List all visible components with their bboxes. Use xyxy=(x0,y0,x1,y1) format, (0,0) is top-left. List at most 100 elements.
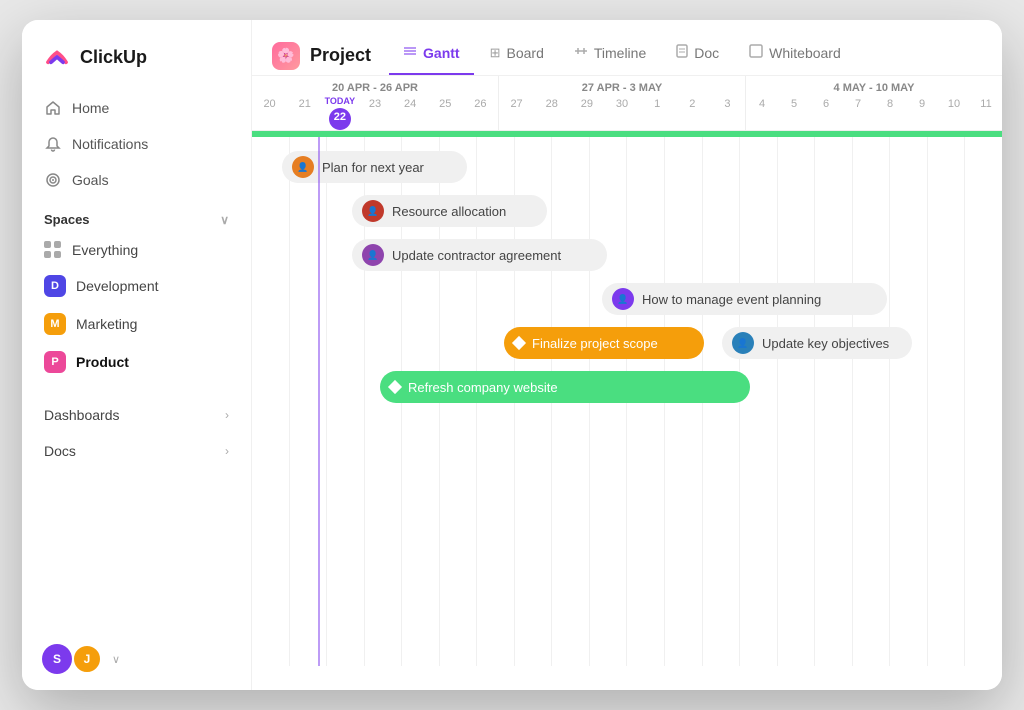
sidebar-footer: S J ∨ xyxy=(22,628,251,690)
sidebar-item-development[interactable]: D Development xyxy=(34,267,239,305)
task-avatar-objectives: 👤 xyxy=(732,332,754,354)
sidebar-item-dashboards[interactable]: Dashboards › xyxy=(22,397,251,433)
task-avatar-plan: 👤 xyxy=(292,156,314,178)
date-range-1: 20 APR - 26 APR xyxy=(252,76,498,96)
tab-navigation: Gantt ⊞ Board Timeline Doc xyxy=(389,36,855,75)
sidebar-item-home-label: Home xyxy=(72,100,109,116)
task-avatar-resource: 👤 xyxy=(362,200,384,222)
date-cell: 20 xyxy=(254,96,286,130)
task-bar-contractor[interactable]: 👤 Update contractor agreement xyxy=(352,239,607,271)
app-window: ClickUp Home Notifications Goals xyxy=(22,20,1002,690)
bell-icon xyxy=(44,135,62,153)
whiteboard-tab-icon xyxy=(749,44,763,61)
task-bar-event[interactable]: 👤 How to manage event planning xyxy=(602,283,887,315)
sidebar-item-notifications-label: Notifications xyxy=(72,136,148,152)
timeline-tab-label: Timeline xyxy=(594,45,646,61)
tab-whiteboard[interactable]: Whiteboard xyxy=(735,36,855,75)
marketing-badge: M xyxy=(44,313,66,335)
task-bar-website[interactable]: Refresh company website xyxy=(380,371,750,403)
spaces-chevron-icon[interactable]: ∨ xyxy=(220,213,229,227)
tab-timeline[interactable]: Timeline xyxy=(560,36,660,75)
task-row: 👤 Plan for next year xyxy=(252,145,1002,189)
date-range-2: 27 APR - 3 MAY xyxy=(499,76,745,96)
tab-doc[interactable]: Doc xyxy=(662,36,733,75)
task-bar-objectives[interactable]: 👤 Update key objectives xyxy=(722,327,912,359)
sidebar-item-goals-label: Goals xyxy=(72,172,109,188)
task-row: Refresh company website xyxy=(252,365,1002,409)
task-bar-finalize[interactable]: Finalize project scope xyxy=(504,327,704,359)
date-cell: 26 xyxy=(464,96,496,130)
date-cell: 24 xyxy=(394,96,426,130)
avatar-user2[interactable]: J xyxy=(72,644,102,674)
tab-board[interactable]: ⊞ Board xyxy=(476,37,558,75)
sidebar-item-everything[interactable]: Everything xyxy=(34,233,239,267)
sidebar: ClickUp Home Notifications Goals xyxy=(22,20,252,690)
development-label: Development xyxy=(76,278,159,294)
avatar-user1[interactable]: S xyxy=(42,644,72,674)
timeline-tab-icon xyxy=(574,44,588,61)
project-title: Project xyxy=(310,45,371,66)
today-date-cell: 22 xyxy=(329,108,351,130)
gantt-tab-icon xyxy=(403,44,417,61)
sidebar-item-marketing[interactable]: M Marketing xyxy=(34,305,239,343)
docs-chevron-icon: › xyxy=(225,444,229,458)
date-cell: 23 xyxy=(359,96,391,130)
task-row: 👤 Update contractor agreement xyxy=(252,233,1002,277)
task-avatar-contractor: 👤 xyxy=(362,244,384,266)
clickup-logo-icon xyxy=(42,42,72,72)
task-label-objectives: Update key objectives xyxy=(762,336,889,351)
product-badge: P xyxy=(44,351,66,373)
task-label-finalize: Finalize project scope xyxy=(532,336,658,351)
task-label-plan: Plan for next year xyxy=(322,160,424,175)
development-badge: D xyxy=(44,275,66,297)
task-bar-resource[interactable]: 👤 Resource allocation xyxy=(352,195,547,227)
task-bar-plan[interactable]: 👤 Plan for next year xyxy=(282,151,467,183)
task-rows: 👤 Plan for next year 👤 Resource allocati… xyxy=(252,137,1002,417)
goals-icon xyxy=(44,171,62,189)
task-label-event: How to manage event planning xyxy=(642,292,821,307)
footer-chevron-icon[interactable]: ∨ xyxy=(112,653,120,666)
home-icon xyxy=(44,99,62,117)
tab-gantt[interactable]: Gantt xyxy=(389,36,474,75)
gantt-chart: 20 APR - 26 APR 20 21 TODAY 22 23 24 25 … xyxy=(252,76,1002,690)
task-label-contractor: Update contractor agreement xyxy=(392,248,561,263)
board-tab-label: Board xyxy=(507,45,544,61)
sidebar-item-docs[interactable]: Docs › xyxy=(22,433,251,469)
sidebar-item-goals[interactable]: Goals xyxy=(34,162,239,198)
sidebar-item-notifications[interactable]: Notifications xyxy=(34,126,239,162)
gantt-body: 👤 Plan for next year 👤 Resource allocati… xyxy=(252,137,1002,666)
date-cell: 25 xyxy=(429,96,461,130)
dashboards-label: Dashboards xyxy=(44,407,120,423)
today-vertical-line xyxy=(318,137,320,666)
docs-label: Docs xyxy=(44,443,76,459)
doc-tab-icon xyxy=(676,44,688,61)
today-label: TODAY xyxy=(325,96,356,106)
logo-text: ClickUp xyxy=(80,47,147,68)
dashboards-chevron-icon: › xyxy=(225,408,229,422)
date-cell: 21 xyxy=(289,96,321,130)
diamond-icon-finalize xyxy=(512,336,526,350)
top-bar: 🌸 Project Gantt ⊞ Board Timelin xyxy=(252,20,1002,76)
whiteboard-tab-label: Whiteboard xyxy=(769,45,841,61)
everything-grid-icon xyxy=(44,241,62,259)
product-label: Product xyxy=(76,354,129,370)
spaces-header: Spaces ∨ xyxy=(22,198,251,233)
gantt-date-header: 20 APR - 26 APR 20 21 TODAY 22 23 24 25 … xyxy=(252,76,1002,131)
spaces-label: Spaces xyxy=(44,212,90,227)
logo-area: ClickUp xyxy=(22,20,251,90)
everything-label: Everything xyxy=(72,242,138,258)
gantt-tab-label: Gantt xyxy=(423,45,460,61)
task-avatar-event: 👤 xyxy=(612,288,634,310)
main-content: 🌸 Project Gantt ⊞ Board Timelin xyxy=(252,20,1002,690)
sidebar-nav: Home Notifications Goals xyxy=(22,90,251,198)
sidebar-item-product[interactable]: P Product xyxy=(34,343,239,381)
date-range-3: 4 MAY - 10 MAY xyxy=(746,76,1002,96)
board-tab-icon: ⊞ xyxy=(490,45,501,61)
doc-tab-label: Doc xyxy=(694,45,719,61)
sidebar-item-home[interactable]: Home xyxy=(34,90,239,126)
project-icon: 🌸 xyxy=(272,42,300,70)
diamond-icon-website xyxy=(388,380,402,394)
task-row: 👤 How to manage event planning xyxy=(252,277,1002,321)
task-row: Finalize project scope 👤 Update key obje… xyxy=(252,321,1002,365)
task-label-resource: Resource allocation xyxy=(392,204,506,219)
